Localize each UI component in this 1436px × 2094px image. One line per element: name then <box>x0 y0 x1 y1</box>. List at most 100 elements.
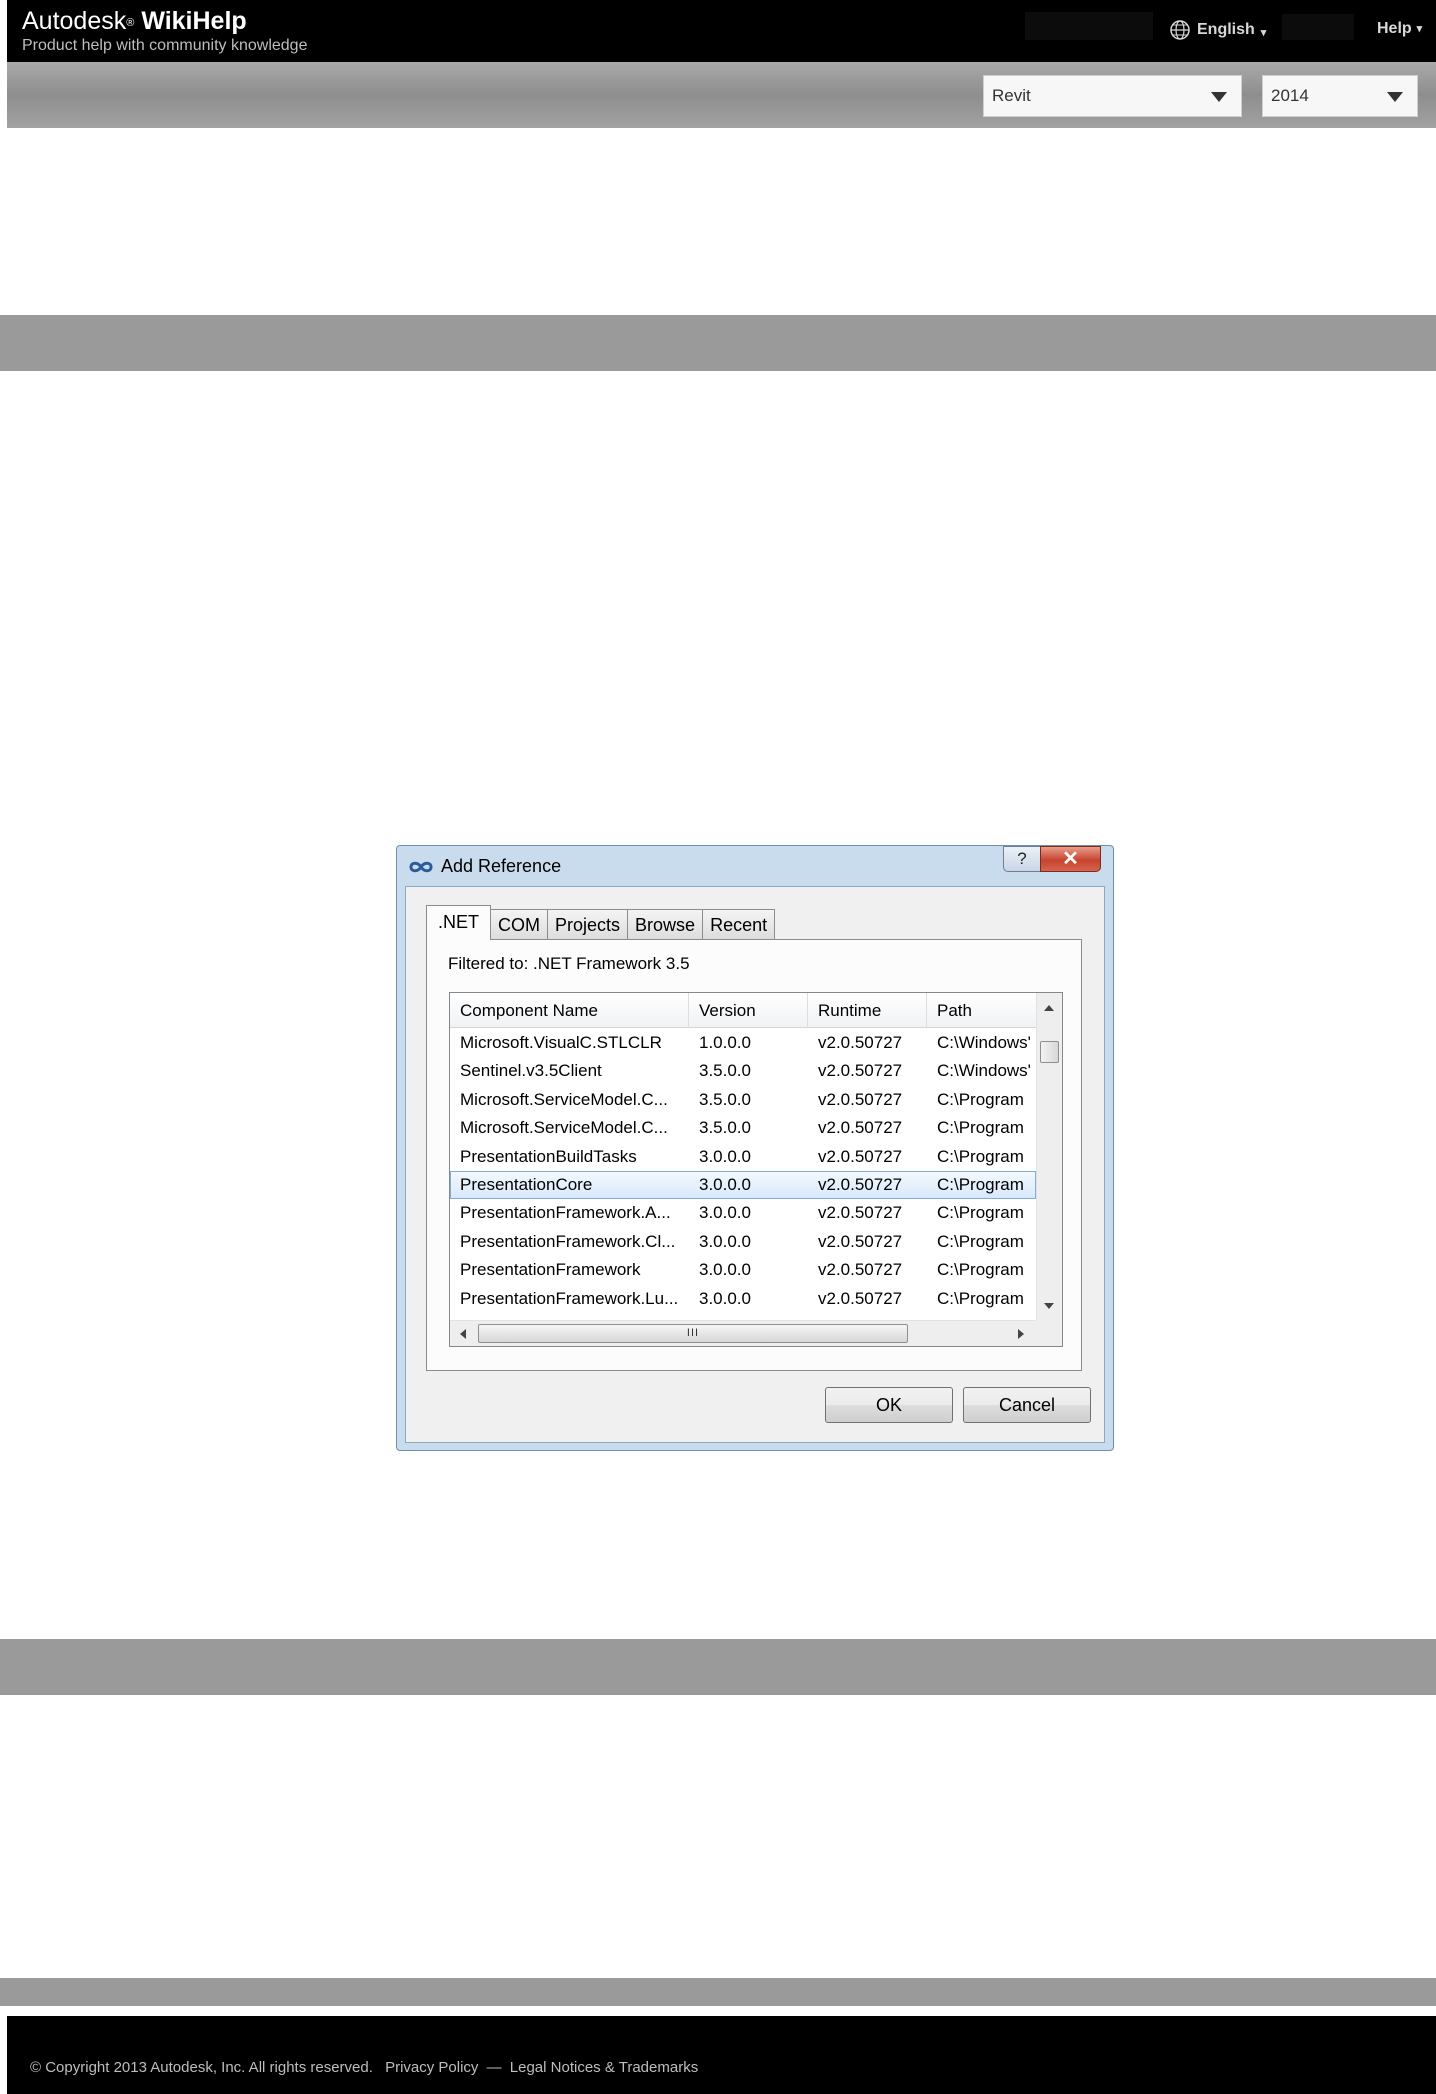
cell-path: C:\Program <box>937 1089 1024 1109</box>
list-row[interactable]: Microsoft.ServiceModel.C... 3.5.0.0 v2.0.5… <box>450 1086 1036 1114</box>
scroll-corner <box>1036 1320 1062 1346</box>
tab-browse[interactable]: Browse <box>627 909 704 940</box>
tab-strip: .NET COM Projects Browse Recent <box>426 905 776 940</box>
cell-component-name: Microsoft.VisualC.STLCLR <box>460 1033 662 1052</box>
scroll-left-arrow-icon[interactable] <box>460 1329 466 1339</box>
globe-icon <box>1170 20 1190 40</box>
cell-runtime: v2.0.50727 <box>818 1118 903 1138</box>
cell-path: C:\Program <box>937 1146 1024 1166</box>
ok-button[interactable]: OK <box>825 1387 953 1423</box>
cell-path: C:\Program <box>937 1203 1024 1223</box>
brand-name: WikiHelp <box>141 7 247 35</box>
dialog-client-area: .NET COM Projects Browse Recent Filtered… <box>405 886 1105 1443</box>
tab-net[interactable]: .NET <box>426 905 492 940</box>
site-footer: © Copyright 2013 Autodesk, Inc. All righ… <box>7 2016 1436 2094</box>
cell-component-name: Microsoft.ServiceModel.C... <box>460 1118 668 1138</box>
help-menu[interactable]: Help ▾ <box>1377 20 1422 38</box>
brand-registered-mark: ® <box>126 17 135 29</box>
list-row[interactable]: PresentationFramework 3.0.0.0 v2.0.50727 C:… <box>450 1256 1036 1284</box>
vertical-scrollbar[interactable] <box>1036 993 1062 1320</box>
cell-version: 3.0.0.0 <box>699 1174 751 1194</box>
cancel-button[interactable]: Cancel <box>963 1387 1091 1423</box>
cell-path: C:\Program <box>937 1288 1024 1308</box>
help-label: Help <box>1377 20 1412 37</box>
list-header: Component Name Version Runtime Path <box>450 993 1036 1028</box>
caret-down-icon: ▾ <box>1416 23 1423 35</box>
cell-version: 3.0.0.0 <box>699 1203 751 1223</box>
cell-runtime: v2.0.50727 <box>818 1288 903 1308</box>
scroll-right-arrow-icon[interactable] <box>1018 1329 1024 1339</box>
cell-component-name: PresentationFramework <box>460 1260 641 1280</box>
cell-path: C:\Program <box>937 1118 1024 1138</box>
cell-runtime: v2.0.50727 <box>818 1089 903 1109</box>
cell-component-name: PresentationFramework.A... <box>460 1203 671 1223</box>
product-select-value: Revit <box>992 86 1031 105</box>
tab-recent[interactable]: Recent <box>702 909 776 940</box>
cell-version: 3.5.0.0 <box>699 1089 751 1109</box>
cell-path: C:\Program <box>937 1260 1024 1280</box>
vertical-scroll-thumb[interactable] <box>1040 1041 1059 1063</box>
cell-runtime: v2.0.50727 <box>818 1231 903 1251</box>
column-header-runtime[interactable]: Runtime <box>808 993 927 1028</box>
cell-version: 3.0.0.0 <box>699 1146 751 1166</box>
brand-logo[interactable]: Autodesk® WikiHelp Product help with com… <box>22 6 307 56</box>
cell-component-name: PresentationCore <box>460 1174 593 1194</box>
cell-path: C:\Windows' <box>937 1061 1031 1081</box>
list-rows: Microsoft.VisualC.STLCLR 1.0.0.0 v2.0.5072… <box>450 1029 1036 1313</box>
list-row[interactable]: PresentationFramework.Lu... 3.0.0.0 v2.0.5… <box>450 1285 1036 1313</box>
component-list[interactable]: Component Name Version Runtime Path Micr… <box>449 992 1063 1347</box>
scroll-up-arrow-icon[interactable] <box>1044 1005 1054 1011</box>
list-row[interactable]: Microsoft.VisualC.STLCLR 1.0.0.0 v2.0.5072… <box>450 1029 1036 1057</box>
list-row[interactable]: PresentationFramework.Cl... 3.0.0.0 v2.0.5… <box>450 1228 1036 1256</box>
cell-path: C:\Program <box>937 1174 1024 1194</box>
header-blank-box <box>1282 14 1354 40</box>
header-search-box[interactable] <box>1025 12 1153 40</box>
tab-projects[interactable]: Projects <box>547 909 629 940</box>
brand-tagline: Product help with community knowledge <box>22 37 308 54</box>
cell-component-name: Microsoft.ServiceModel.C... <box>460 1089 668 1109</box>
cell-runtime: v2.0.50727 <box>818 1033 903 1052</box>
caret-down-icon: ▾ <box>1260 26 1267 39</box>
horizontal-scroll-thumb[interactable]: III <box>478 1324 908 1343</box>
dialog-title-bar: Add Reference <box>409 856 561 877</box>
cell-version: 3.5.0.0 <box>699 1118 751 1138</box>
site-header: Autodesk® WikiHelp Product help with com… <box>7 0 1436 62</box>
cell-component-name: PresentationFramework.Cl... <box>460 1231 676 1251</box>
cell-component-name: PresentationBuildTasks <box>460 1146 637 1166</box>
close-button[interactable]: ✕ <box>1040 846 1101 872</box>
dialog-title: Add Reference <box>441 856 562 876</box>
column-header-version[interactable]: Version <box>689 993 808 1028</box>
column-header-path[interactable]: Path <box>927 993 1036 1028</box>
list-row[interactable]: PresentationBuildTasks 3.0.0.0 v2.0.50727 C… <box>450 1143 1036 1171</box>
language-selector[interactable]: English ▾ <box>1169 18 1266 42</box>
add-reference-dialog: Add Reference ? ✕ .NET COM Projects Brow… <box>396 845 1114 1451</box>
cell-component-name: PresentationFramework.Lu... <box>460 1288 679 1308</box>
cell-runtime: v2.0.50727 <box>818 1174 903 1194</box>
year-select[interactable]: 2014 <box>1262 75 1418 117</box>
list-row[interactable]: Sentinel.v3.5Client 3.5.0.0 v2.0.50727 C:\W… <box>450 1057 1036 1085</box>
cell-runtime: v2.0.50727 <box>818 1203 903 1223</box>
cell-version: 1.0.0.0 <box>699 1033 751 1052</box>
legal-notices-link[interactable]: Legal Notices & Trademarks <box>510 2059 698 2076</box>
copyright-text: © Copyright 2013 Autodesk, Inc. All righ… <box>30 2059 373 2076</box>
dropdown-arrow-icon <box>1387 92 1403 102</box>
net-tab-panel: Filtered to: .NET Framework 3.5 Componen… <box>426 939 1082 1371</box>
cell-version: 3.5.0.0 <box>699 1061 751 1081</box>
list-row[interactable]: PresentationCore 3.0.0.0 v2.0.50727 C:\Prog… <box>450 1170 1036 1200</box>
brand-prefix: Autodesk <box>22 7 127 35</box>
section-band <box>0 1978 1436 2006</box>
list-row[interactable]: Microsoft.ServiceModel.C... 3.5.0.0 v2.0.5… <box>450 1114 1036 1142</box>
column-header-component-name[interactable]: Component Name <box>450 993 689 1028</box>
cell-version: 3.0.0.0 <box>699 1260 751 1280</box>
horizontal-scrollbar[interactable]: III <box>450 1320 1036 1346</box>
product-select[interactable]: Revit <box>983 75 1242 117</box>
cell-path: C:\Windows' <box>937 1033 1031 1052</box>
scroll-down-arrow-icon[interactable] <box>1044 1303 1054 1309</box>
cell-version: 3.0.0.0 <box>699 1288 751 1308</box>
tab-com[interactable]: COM <box>490 909 549 940</box>
footer-links: © Copyright 2013 Autodesk, Inc. All righ… <box>30 2059 706 2076</box>
language-label: English <box>1197 21 1255 38</box>
privacy-policy-link[interactable]: Privacy Policy <box>385 2059 478 2076</box>
list-row[interactable]: PresentationFramework.A... 3.0.0.0 v2.0.50… <box>450 1199 1036 1227</box>
help-button[interactable]: ? <box>1003 846 1041 872</box>
